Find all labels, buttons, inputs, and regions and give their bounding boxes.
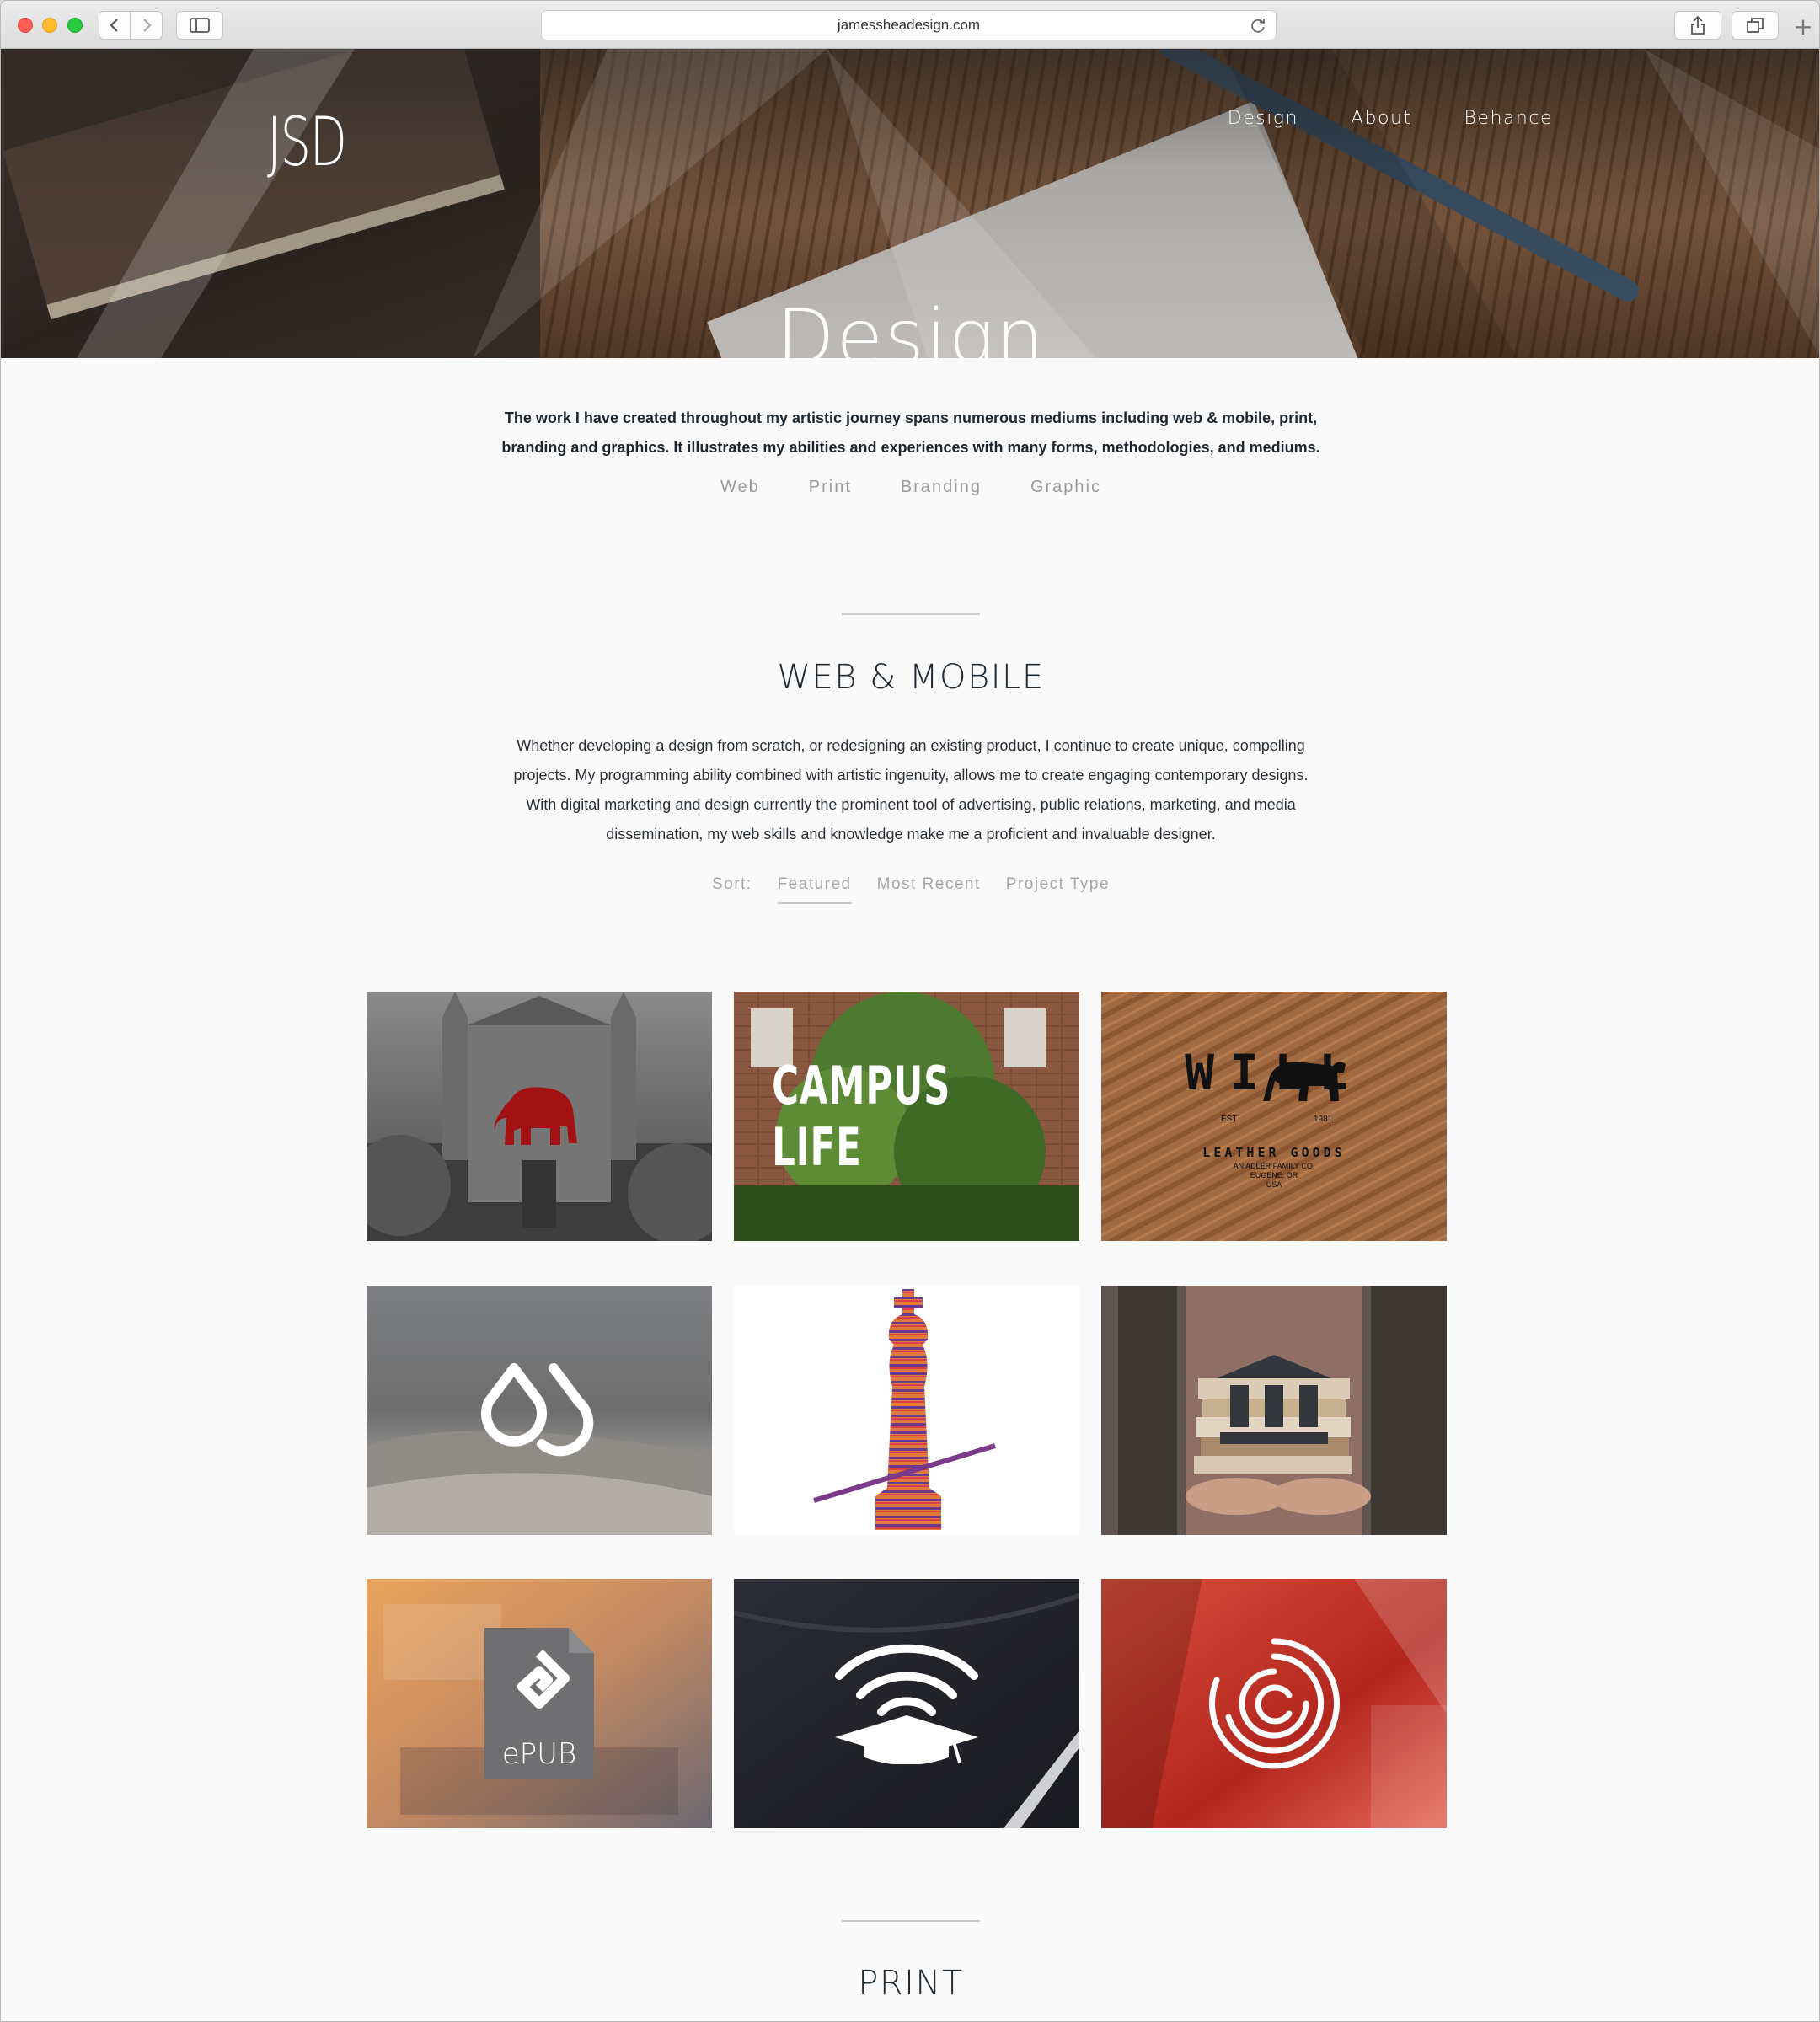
hero-banner: JSD Design About Behance Design bbox=[1, 49, 1819, 358]
chevron-right-icon bbox=[142, 19, 152, 32]
minimize-window-button[interactable] bbox=[42, 18, 57, 33]
library-books-project[interactable] bbox=[1101, 1286, 1447, 1535]
tabs-overview-button[interactable] bbox=[1732, 11, 1779, 40]
site-logo[interactable]: JSD bbox=[267, 103, 347, 181]
concentric-circles-logo-icon bbox=[1209, 1638, 1340, 1769]
share-button[interactable] bbox=[1674, 11, 1721, 40]
share-icon bbox=[1691, 15, 1705, 35]
desc-line: dissemination, my web skills and knowled… bbox=[606, 826, 1216, 842]
desc-line: Whether developing a design from scratch… bbox=[517, 737, 1305, 754]
print-heading: PRINT bbox=[858, 1964, 964, 2003]
library-building-icon bbox=[1217, 1355, 1331, 1444]
category-filter: Web Print Branding Graphic bbox=[1, 478, 1819, 497]
close-window-button[interactable] bbox=[18, 18, 33, 33]
nav-about[interactable]: About bbox=[1351, 108, 1412, 129]
graduation-wifi-project[interactable] bbox=[734, 1579, 1079, 1828]
will-brand: WILL bbox=[1185, 1044, 1363, 1101]
red-circles-project[interactable] bbox=[1101, 1579, 1447, 1828]
will-est: EST bbox=[1221, 1115, 1238, 1124]
sidebar-icon bbox=[190, 18, 210, 33]
sidebar-toggle-button[interactable] bbox=[176, 11, 223, 40]
wood-tile-art bbox=[1101, 992, 1447, 1241]
category-web[interactable]: Web bbox=[720, 478, 760, 497]
zoom-window-button[interactable] bbox=[67, 18, 83, 33]
nav-design[interactable]: Design bbox=[1228, 108, 1298, 129]
will-subtitle: LEATHER GOODS bbox=[1202, 1145, 1346, 1160]
browser-window: jamessheadesign.com + JSD Design About B… bbox=[0, 0, 1820, 2022]
web-mobile-heading: WEB & MOBILE bbox=[777, 658, 1045, 697]
forward-button[interactable] bbox=[131, 11, 163, 40]
elephant-icon bbox=[494, 1087, 577, 1145]
campus-life-label: CAMPUS LIFE bbox=[772, 1055, 951, 1178]
intro-line-1: The work I have created throughout my ar… bbox=[504, 409, 1318, 426]
desc-line: projects. My programming ability combine… bbox=[513, 767, 1309, 784]
tabs-icon bbox=[1747, 18, 1764, 33]
back-button[interactable] bbox=[99, 11, 131, 40]
sort-most-recent[interactable]: Most Recent bbox=[877, 875, 981, 904]
epub-label: ePUB bbox=[501, 1737, 577, 1771]
sort-featured[interactable]: Featured bbox=[777, 875, 852, 904]
nav-behance[interactable]: Behance bbox=[1464, 108, 1553, 129]
category-branding[interactable]: Branding bbox=[901, 478, 982, 497]
elephant-campus-project[interactable] bbox=[367, 992, 712, 1241]
page-title: Design bbox=[776, 293, 1046, 358]
will-company: AN ADLER FAMILY CO. bbox=[1233, 1162, 1315, 1170]
web-mobile-description: Whether developing a design from scratch… bbox=[456, 731, 1366, 849]
reload-icon[interactable] bbox=[1249, 16, 1267, 35]
chess-king-project[interactable] bbox=[734, 1286, 1079, 1535]
intro-line-2: branding and graphics. It illustrates my… bbox=[501, 439, 1320, 456]
chess-king-icon bbox=[813, 1289, 996, 1530]
sort-bar: Sort: Featured Most Recent Project Type bbox=[1, 875, 1819, 904]
new-tab-button[interactable]: + bbox=[1791, 14, 1816, 40]
plus-icon: + bbox=[1793, 13, 1813, 40]
main-nav: Design About Behance bbox=[1228, 108, 1553, 129]
section-divider bbox=[842, 613, 980, 615]
intro-text: The work I have created throughout my ar… bbox=[456, 404, 1366, 463]
sort-project-type[interactable]: Project Type bbox=[1006, 875, 1110, 904]
will-city: EUGENE, OR bbox=[1250, 1171, 1298, 1180]
category-print[interactable]: Print bbox=[809, 478, 852, 497]
chevron-left-icon bbox=[110, 19, 118, 32]
epub-project[interactable]: ePUB bbox=[367, 1579, 712, 1828]
will-leather-goods-project[interactable]: WILL EST 1981 LEATHER GOODS AN ADLER FAM… bbox=[1101, 992, 1447, 1241]
browser-toolbar: jamessheadesign.com + bbox=[1, 1, 1819, 49]
droplet-logo-project[interactable] bbox=[367, 1286, 712, 1535]
campus-life-project[interactable]: CAMPUS LIFE bbox=[734, 992, 1079, 1241]
droplet-logo-icon bbox=[481, 1363, 594, 1457]
section-divider bbox=[842, 1920, 980, 1922]
address-bar[interactable]: jamessheadesign.com bbox=[541, 10, 1277, 40]
will-year: 1981 bbox=[1314, 1115, 1333, 1124]
category-graphic[interactable]: Graphic bbox=[1030, 478, 1101, 497]
will-country: USA bbox=[1266, 1180, 1282, 1189]
graduation-wifi-icon bbox=[835, 1644, 978, 1764]
desc-line: With digital marketing and design curren… bbox=[526, 796, 1296, 813]
url-text: jamessheadesign.com bbox=[837, 17, 981, 33]
sort-label: Sort: bbox=[711, 875, 752, 893]
